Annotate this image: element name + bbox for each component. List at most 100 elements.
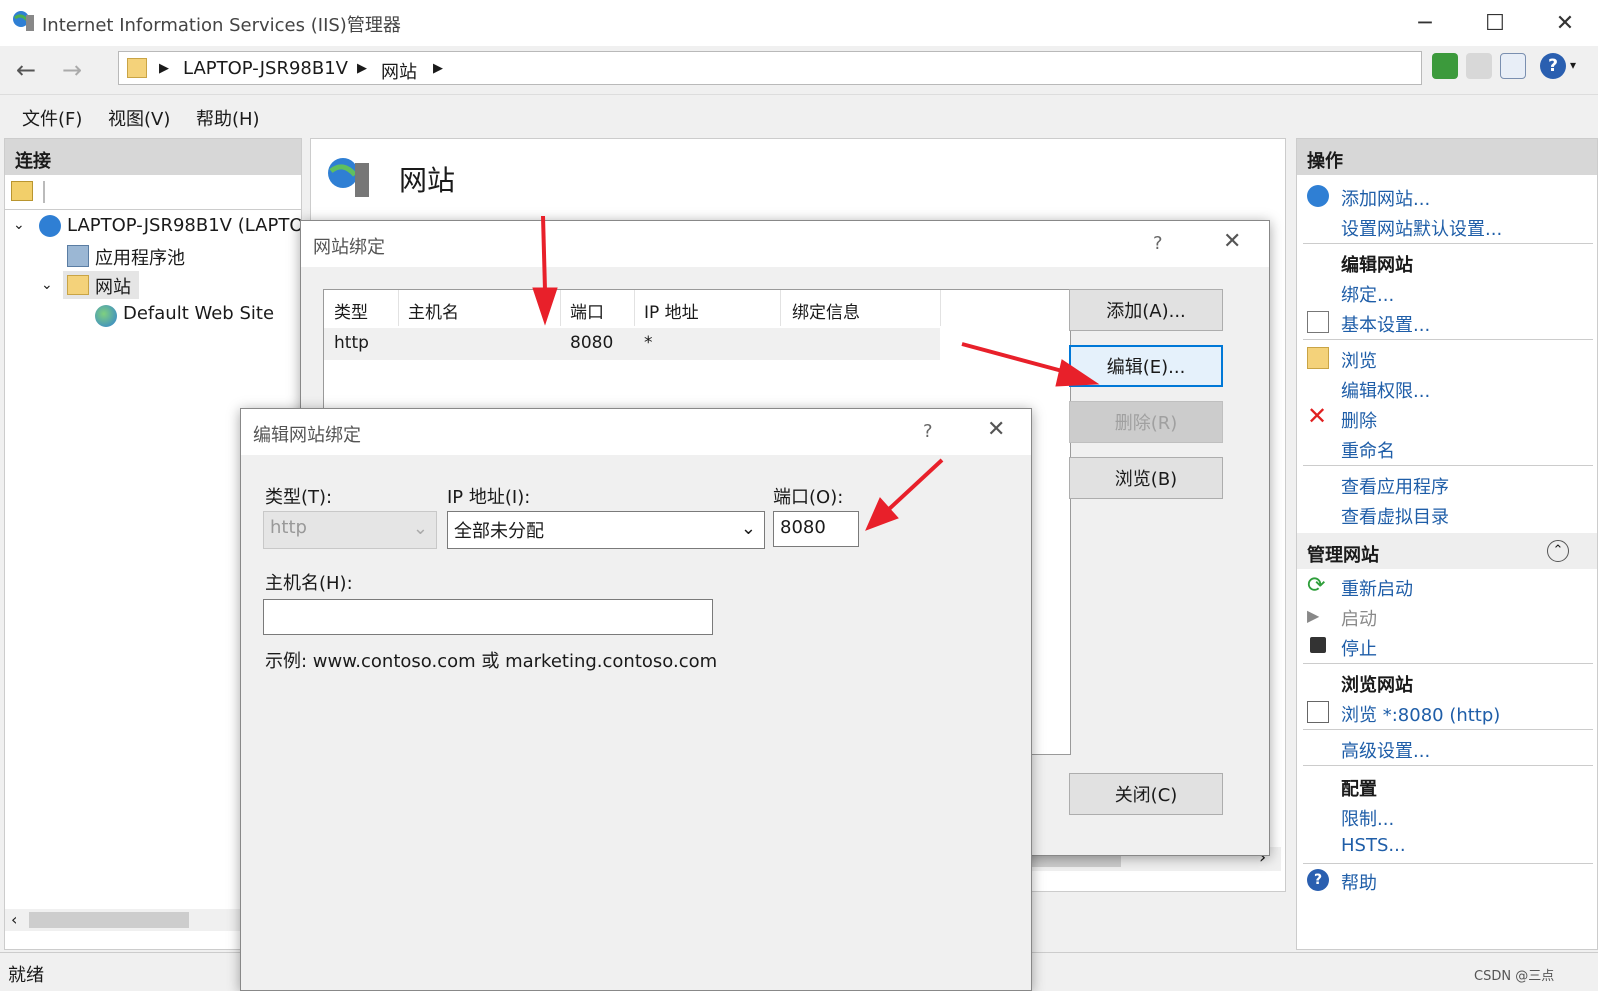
edit-binding-button[interactable]: 编辑(E)... — [1069, 345, 1223, 387]
tree-item-app-pools[interactable]: 应用程序池 — [95, 244, 185, 270]
tree-expand-icon[interactable]: ⌄ — [41, 277, 53, 293]
column-divider — [634, 290, 635, 326]
action-explore[interactable]: 浏览 — [1341, 347, 1377, 373]
action-stop[interactable]: 停止 — [1341, 635, 1377, 661]
cell-type: http — [334, 333, 369, 353]
column-divider — [560, 290, 561, 326]
delete-x-icon: ✕ — [1307, 402, 1328, 430]
cell-ip: * — [644, 333, 653, 353]
action-view-apps[interactable]: 查看应用程序 — [1341, 473, 1449, 499]
action-restart[interactable]: 重新启动 — [1341, 575, 1413, 601]
stop-square-icon — [1310, 637, 1326, 653]
divider — [1303, 465, 1593, 466]
bindings-close-x-icon[interactable]: ✕ — [1223, 229, 1241, 254]
sites-globe-icon — [325, 153, 373, 201]
action-add-site[interactable]: 添加网站... — [1341, 185, 1430, 211]
breadcrumb-separator-icon: ▶ — [433, 61, 443, 76]
column-divider — [780, 290, 781, 326]
column-header-ip[interactable]: IP 地址 — [644, 298, 699, 323]
actions-panel: 操作 添加网站... 设置网站默认设置... 编辑网站 绑定... 基本设置..… — [1296, 138, 1598, 950]
minimize-button[interactable]: ─ — [1400, 6, 1450, 40]
edit-close-x-icon[interactable]: ✕ — [987, 417, 1005, 442]
column-header-type[interactable]: 类型 — [334, 298, 368, 323]
breadcrumb-server[interactable]: LAPTOP-JSR98B1V — [183, 58, 348, 79]
divider — [1303, 243, 1593, 244]
column-header-host[interactable]: 主机名 — [408, 298, 459, 323]
add-binding-button[interactable]: 添加(A)... — [1069, 289, 1223, 331]
app-pool-icon — [67, 245, 89, 267]
tree-item-server[interactable]: LAPTOP-JSR98B1V (LAPTO — [67, 215, 304, 236]
actions-header: 操作 — [1297, 139, 1597, 175]
browse-binding-button[interactable]: 浏览(B) — [1069, 457, 1223, 499]
toolbar-divider — [43, 181, 45, 203]
action-advanced-settings[interactable]: 高级设置... — [1341, 737, 1430, 763]
edit-help-button[interactable]: ? — [923, 421, 933, 442]
bindings-help-button[interactable]: ? — [1153, 233, 1163, 254]
divider — [1303, 663, 1593, 664]
iis-app-icon — [12, 9, 36, 33]
menu-bar: 文件(F) 视图(V) 帮助(H) — [0, 94, 1598, 136]
chevron-left-icon[interactable]: ‹ — [11, 910, 17, 929]
action-limits[interactable]: 限制... — [1341, 805, 1394, 831]
host-label: 主机名(H): — [265, 573, 353, 594]
ip-select[interactable]: 全部未分配 ⌄ — [447, 511, 765, 549]
restart-icon: ⟳ — [1307, 573, 1326, 598]
table-row[interactable]: http 8080 * — [324, 328, 940, 360]
column-divider — [940, 290, 941, 326]
address-toolbar: ← → ▶ LAPTOP-JSR98B1V ▶ 网站 ▶ ? ▾ — [0, 46, 1598, 94]
action-browse-8080[interactable]: 浏览 *:8080 (http) — [1341, 701, 1500, 727]
action-bindings[interactable]: 绑定... — [1341, 281, 1394, 307]
forward-arrow-icon[interactable]: → — [52, 54, 92, 86]
host-example-text: 示例: www.contoso.com 或 marketing.contoso.… — [265, 651, 718, 672]
config-header: 配置 — [1341, 779, 1377, 800]
remove-binding-button[interactable]: 删除(R) — [1069, 401, 1223, 443]
tree-item-sites[interactable]: 网站 — [95, 273, 131, 299]
refresh-icon[interactable] — [1432, 53, 1458, 79]
action-remove[interactable]: 删除 — [1341, 407, 1377, 433]
home-icon[interactable] — [1500, 53, 1526, 79]
maximize-button[interactable]: ☐ — [1470, 6, 1520, 40]
breadcrumb-separator-icon: ▶ — [159, 61, 169, 76]
action-basic-settings[interactable]: 基本设置... — [1341, 311, 1430, 337]
menu-help[interactable]: 帮助(H) — [196, 105, 260, 131]
action-view-vdirs[interactable]: 查看虚拟目录 — [1341, 503, 1449, 529]
close-dialog-button[interactable]: 关闭(C) — [1069, 773, 1223, 815]
connect-icon[interactable] — [11, 181, 33, 201]
port-input[interactable]: 8080 — [773, 511, 859, 547]
collapse-chevron-icon[interactable]: ⌃ — [1547, 540, 1569, 562]
window-title: Internet Information Services (IIS)管理器 — [42, 15, 401, 36]
action-start[interactable]: 启动 — [1341, 605, 1377, 631]
tree-expand-icon[interactable]: ⌄ — [13, 217, 25, 233]
type-select[interactable]: http ⌄ — [263, 511, 437, 549]
browse-site-header: 浏览网站 — [1341, 675, 1413, 696]
column-header-info[interactable]: 绑定信息 — [792, 298, 860, 323]
menu-view[interactable]: 视图(V) — [108, 105, 170, 131]
help-circle-icon: ? — [1307, 869, 1329, 891]
close-window-button[interactable]: ✕ — [1540, 6, 1590, 40]
action-site-defaults[interactable]: 设置网站默认设置... — [1341, 215, 1502, 241]
address-bar[interactable]: ▶ LAPTOP-JSR98B1V ▶ 网站 ▶ — [118, 51, 1422, 85]
basic-settings-icon — [1307, 311, 1329, 333]
host-input[interactable] — [263, 599, 713, 635]
help-icon[interactable]: ? — [1540, 53, 1566, 79]
divider — [1303, 765, 1593, 766]
server-icon — [39, 215, 61, 237]
action-rename[interactable]: 重命名 — [1341, 437, 1395, 463]
action-hsts[interactable]: HSTS... — [1341, 835, 1406, 856]
ip-label: IP 地址(I): — [447, 487, 531, 508]
column-header-port[interactable]: 端口 — [570, 298, 604, 323]
edit-binding-dialog: 编辑网站绑定 ? ✕ 类型(T): http ⌄ IP 地址(I): 全部未分配… — [240, 408, 1032, 991]
menu-file[interactable]: 文件(F) — [22, 105, 82, 131]
globe-icon — [95, 305, 117, 327]
chevron-down-icon[interactable]: ▾ — [1570, 58, 1576, 72]
port-label: 端口(O): — [773, 487, 844, 508]
action-edit-permissions[interactable]: 编辑权限... — [1341, 377, 1430, 403]
divider — [1303, 339, 1593, 340]
scrollbar-thumb[interactable] — [29, 912, 189, 928]
breadcrumb-sites[interactable]: 网站 — [381, 58, 417, 84]
action-help[interactable]: 帮助 — [1341, 869, 1377, 895]
tree-divider — [5, 209, 301, 210]
back-arrow-icon[interactable]: ← — [6, 54, 46, 86]
tree-item-default-site[interactable]: Default Web Site — [123, 303, 274, 324]
stop-icon[interactable] — [1466, 53, 1492, 79]
